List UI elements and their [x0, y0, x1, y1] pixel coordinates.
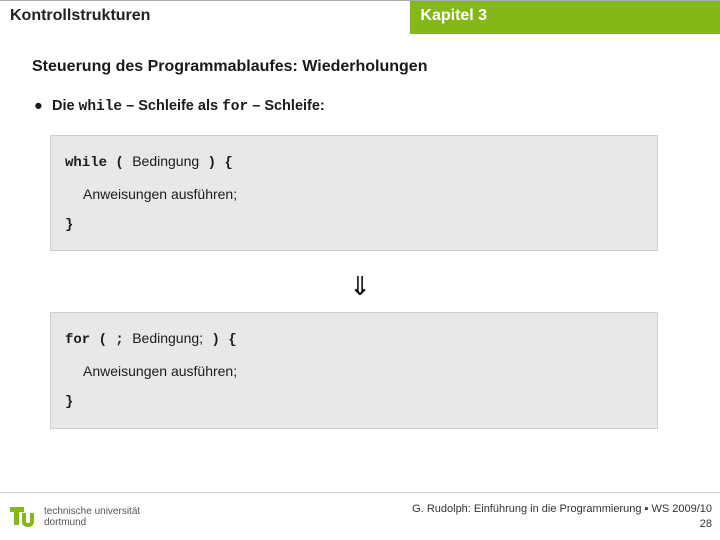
uni-line2: dortmund [44, 517, 140, 528]
uni-line1: technische universität [44, 506, 140, 517]
tu-logo-icon [8, 503, 36, 531]
code-line: while ( Bedingung ) { [65, 146, 645, 179]
code-body: Anweisungen ausführen; [65, 179, 237, 210]
page-number: 28 [412, 517, 712, 531]
code-brace: ) { [203, 332, 237, 348]
slide-footer: technische universität dortmund G. Rudol… [0, 492, 720, 540]
slide-content: Steuerung des Programmablaufes: Wiederho… [0, 34, 720, 429]
code-box-for: for ( ; Bedingung; ) { Anweisungen ausfü… [50, 312, 658, 428]
code-line: for ( ; Bedingung; ) { [65, 323, 645, 356]
bullet-item: ● Die while – Schleife als for – Schleif… [34, 98, 688, 115]
header-title: Kontrollstrukturen [0, 1, 410, 34]
bullet-code-for: for [222, 99, 248, 115]
code-kw: while ( [65, 155, 132, 171]
code-line: } [65, 387, 645, 418]
code-brace: ) { [199, 155, 233, 171]
header-chapter: Kapitel 3 [410, 1, 720, 34]
university-logo: technische universität dortmund [8, 503, 140, 531]
bullet-mid1: – Schleife als [122, 98, 222, 114]
footer-credit: G. Rudolph: Einführung in die Programmie… [412, 502, 712, 531]
code-cond: Bedingung; [132, 330, 203, 346]
slide-header: Kontrollstrukturen Kapitel 3 [0, 0, 720, 34]
code-line: Anweisungen ausführen; [65, 179, 645, 210]
bullet-code-while: while [79, 99, 123, 115]
code-body: Anweisungen ausführen; [65, 356, 237, 387]
subtitle: Steuerung des Programmablaufes: Wiederho… [32, 58, 688, 76]
code-line: Anweisungen ausführen; [65, 356, 645, 387]
bullet-prefix: Die [52, 98, 79, 114]
bullet-dot: ● [34, 98, 48, 114]
university-name: technische universität dortmund [44, 506, 140, 528]
code-box-while: while ( Bedingung ) { Anweisungen ausfüh… [50, 135, 658, 251]
credit-line: G. Rudolph: Einführung in die Programmie… [412, 502, 712, 516]
down-arrow-icon: ⇓ [32, 265, 688, 312]
code-cond: Bedingung [132, 153, 199, 169]
bullet-mid2: – Schleife: [248, 98, 325, 114]
code-line: } [65, 210, 645, 241]
code-kw: for ( ; [65, 332, 132, 348]
